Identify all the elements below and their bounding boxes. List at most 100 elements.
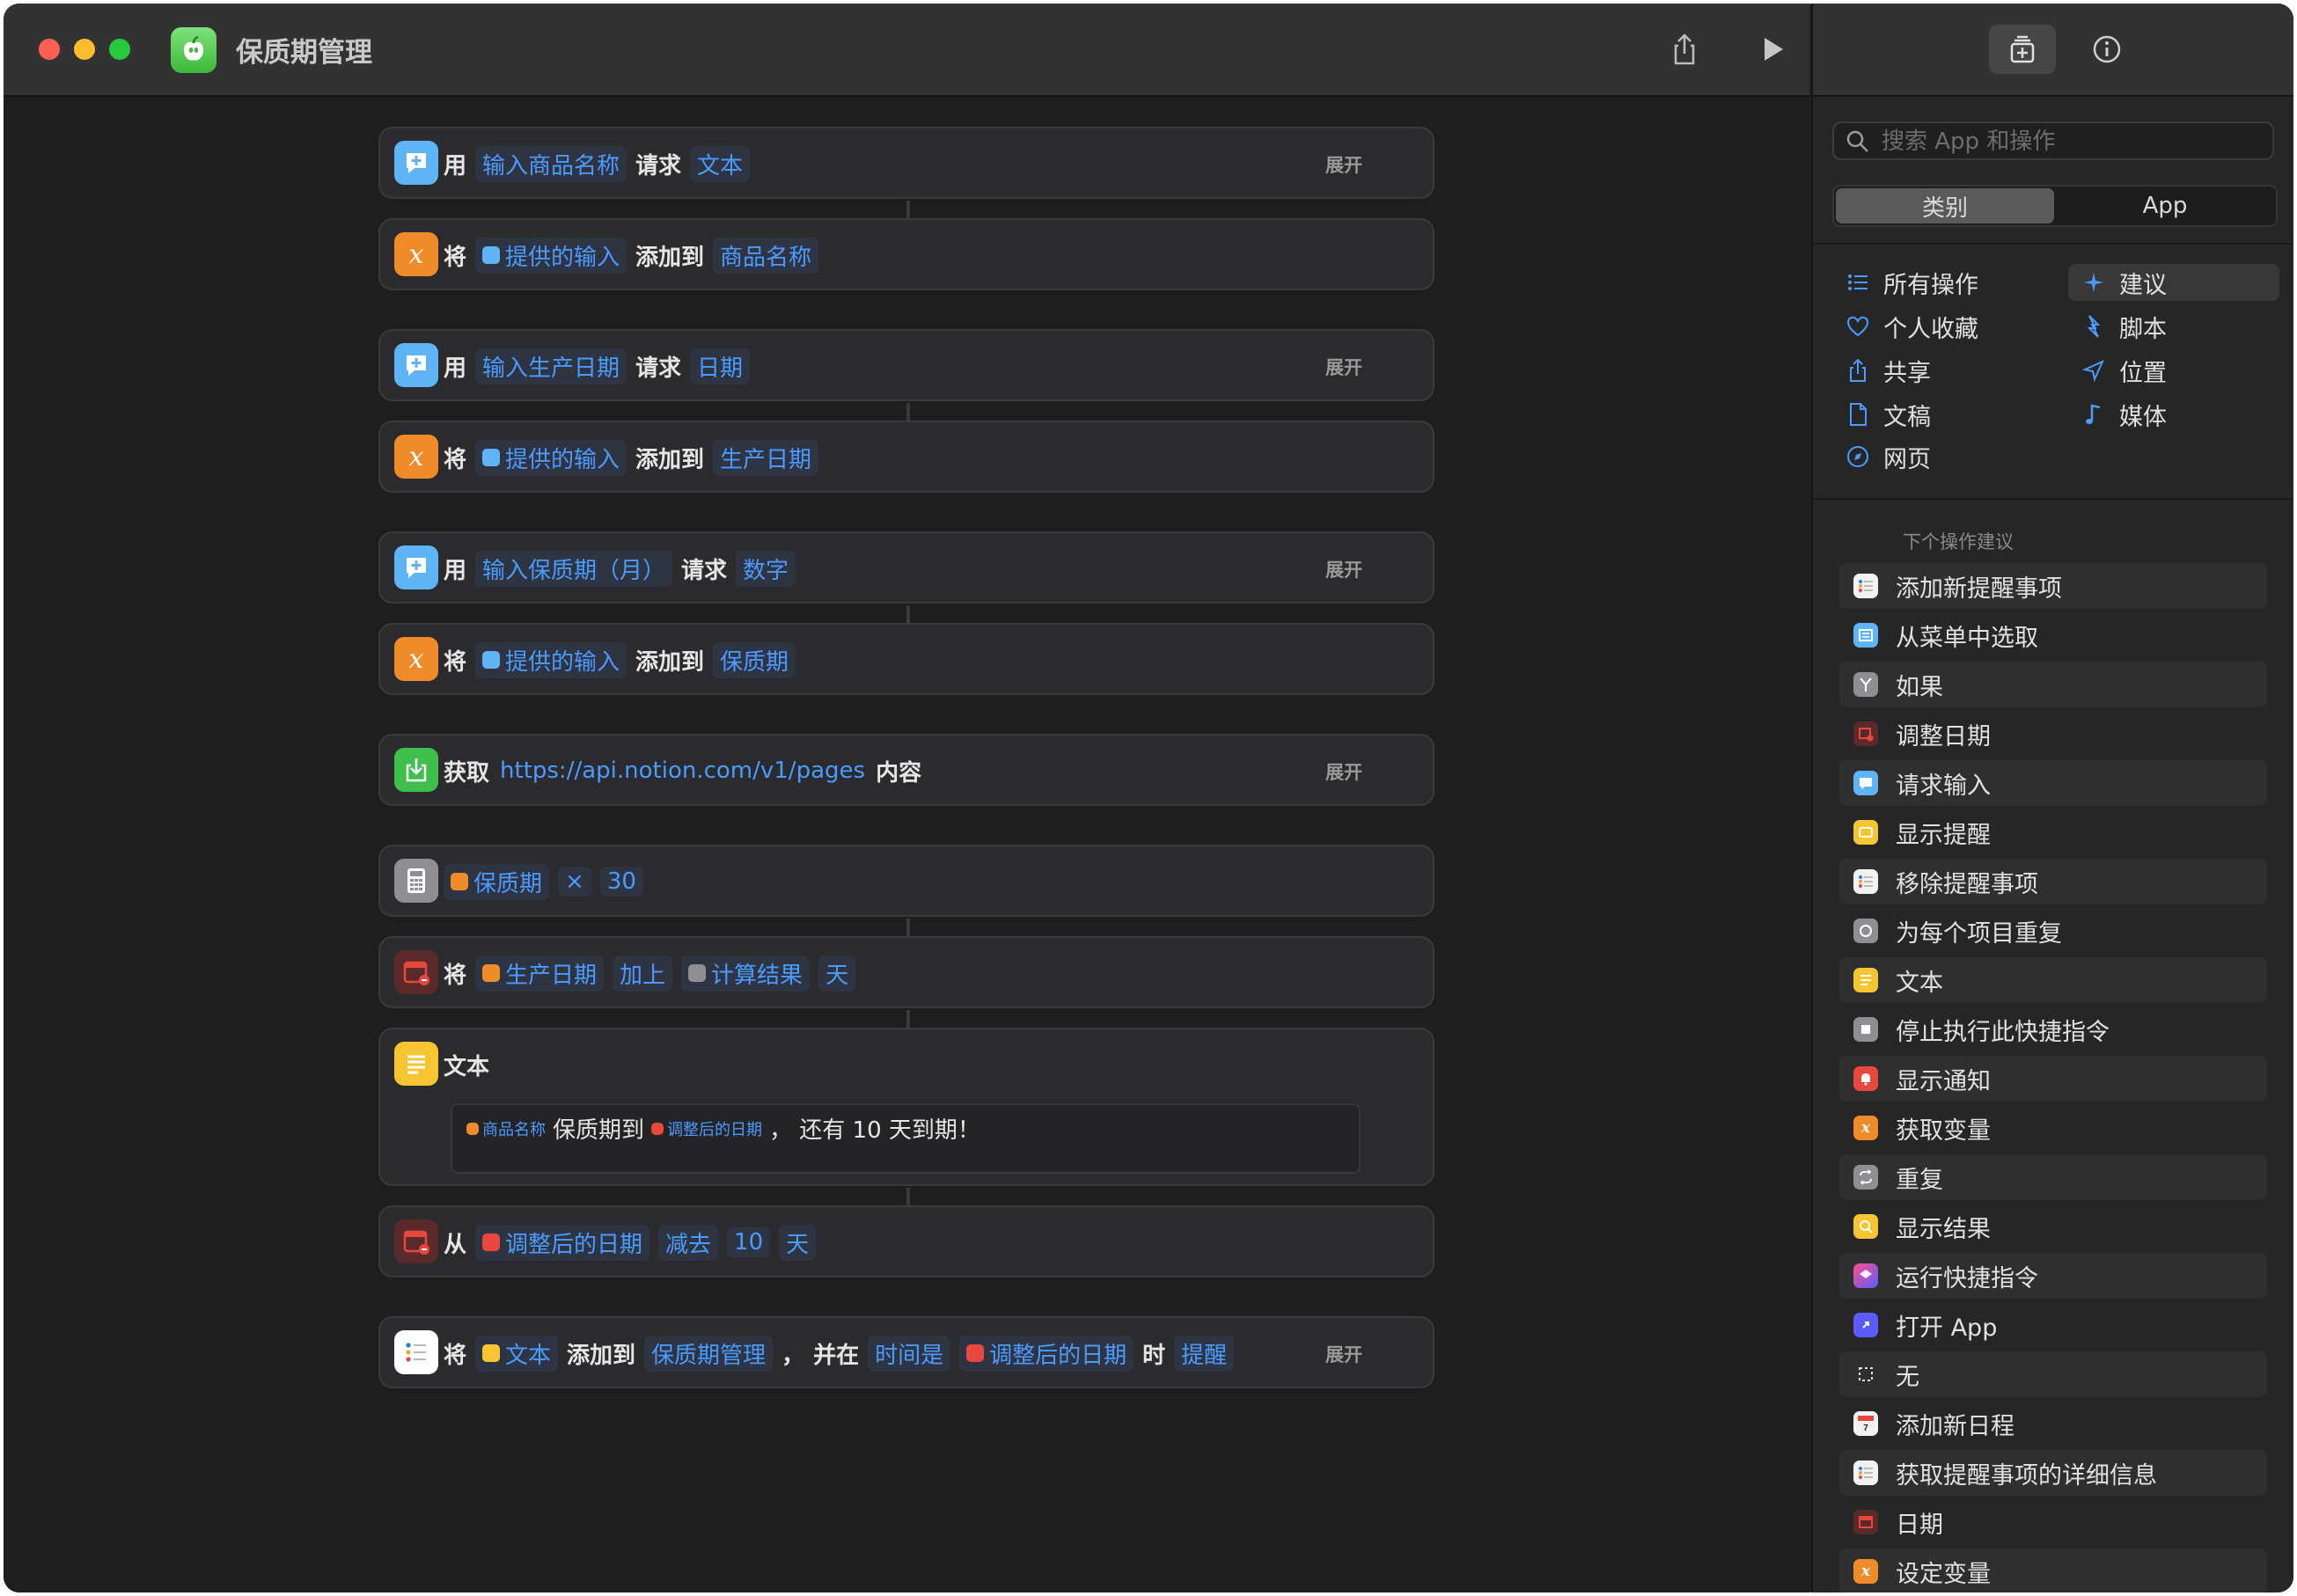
category-web[interactable]: 网页 xyxy=(1832,438,2052,475)
variable-token[interactable]: 商品名称 xyxy=(466,1117,546,1140)
minimize-button[interactable] xyxy=(74,39,95,60)
add-to-variable-action[interactable]: x 将 提供的输入 添加到 保质期 xyxy=(378,623,1435,695)
expand-button[interactable]: 展开 xyxy=(1325,1341,1362,1367)
alert-mode-token[interactable]: 时间是 xyxy=(868,1335,951,1372)
category-label: 文稿 xyxy=(1883,403,1931,431)
suggestion-item[interactable]: 为每个项目重复 xyxy=(1839,908,2267,954)
get-url-contents-action[interactable]: 获取 https://api.notion.com/v1/pages 内容 展开 xyxy=(378,734,1435,806)
suggestion-label: 请求输入 xyxy=(1896,772,1991,800)
expand-button[interactable]: 展开 xyxy=(1325,151,1362,178)
suggestion-item[interactable]: 打开 App xyxy=(1839,1302,2267,1348)
category-documents[interactable]: 文稿 xyxy=(1832,396,2052,433)
suggestion-item[interactable]: 显示提醒 xyxy=(1839,809,2267,855)
library-icon[interactable] xyxy=(1989,25,2056,74)
variable-name-token[interactable]: 商品名称 xyxy=(713,237,819,274)
url-token[interactable]: https://api.notion.com/v1/pages xyxy=(498,758,867,784)
category-all-actions[interactable]: 所有操作 xyxy=(1832,264,2052,301)
prompt-token[interactable]: 输入生产日期 xyxy=(475,348,627,384)
suggestion-item[interactable]: 无 xyxy=(1839,1351,2267,1397)
prompt-token[interactable]: 输入保质期（月） xyxy=(475,550,673,587)
suggestion-item[interactable]: 运行快捷指令 xyxy=(1839,1253,2267,1299)
variable-name-token[interactable]: 生产日期 xyxy=(713,439,819,476)
suggestion-item[interactable]: 调整日期 xyxy=(1839,711,2267,757)
suggestion-item[interactable]: 如果 xyxy=(1839,662,2267,707)
close-button[interactable] xyxy=(39,39,60,60)
calc-result-token[interactable]: 计算结果 xyxy=(681,955,811,992)
text-action[interactable]: 文本 商品名称 保质期到 调整后的日期 ， 还有 10 天到期！ xyxy=(378,1028,1435,1186)
info-icon[interactable] xyxy=(2073,25,2140,74)
zoom-button[interactable] xyxy=(109,39,130,60)
suggestion-item[interactable]: 添加新提醒事项 xyxy=(1839,563,2267,609)
input-type-token[interactable]: 日期 xyxy=(690,348,751,384)
category-suggestions[interactable]: 建议 xyxy=(2068,264,2279,301)
add-to-variable-action[interactable]: x 将 提供的输入 添加到 商品名称 xyxy=(378,218,1435,290)
adjusted-date-token[interactable]: 调整后的日期 xyxy=(475,1224,650,1261)
suggestion-item[interactable]: 请求输入 xyxy=(1839,760,2267,806)
variable-token[interactable]: 保质期 xyxy=(444,863,550,900)
suggestion-label: 文本 xyxy=(1896,969,1943,997)
suggestion-item[interactable]: 从菜单中选取 xyxy=(1839,612,2267,658)
category-sharing[interactable]: 共享 xyxy=(1832,352,2052,389)
play-icon[interactable] xyxy=(1755,32,1790,67)
variable-mini-icon xyxy=(451,873,468,890)
unit-token[interactable]: 天 xyxy=(779,1224,817,1261)
category-scripting[interactable]: 脚本 xyxy=(2068,308,2279,345)
adjust-date-action[interactable]: 从 调整后的日期 减去 10 天 xyxy=(378,1205,1435,1278)
text-token[interactable]: 文本 xyxy=(475,1335,559,1372)
add-to-variable-action[interactable]: x 将 提供的输入 添加到 生产日期 xyxy=(378,421,1435,493)
search-input[interactable] xyxy=(1880,127,2253,157)
category-media[interactable]: 媒体 xyxy=(2068,396,2279,433)
ask-input-action[interactable]: 用 输入商品名称 请求 文本 展开 xyxy=(378,127,1435,199)
input-type-token[interactable]: 数字 xyxy=(736,550,796,587)
ask-input-action[interactable]: 用 输入生产日期 请求 日期 展开 xyxy=(378,329,1435,401)
search-field[interactable] xyxy=(1832,121,2274,160)
suggestion-item[interactable]: 移除提醒事项 xyxy=(1839,859,2267,904)
action-word: 请求 xyxy=(635,152,682,179)
category-favorites[interactable]: 个人收藏 xyxy=(1832,308,2052,345)
share-icon[interactable] xyxy=(1667,32,1702,67)
adjusted-date-token[interactable]: 调整后的日期 xyxy=(959,1335,1134,1372)
add-reminder-action[interactable]: 将 文本 添加到 保质期管理 ， 并在 时间是 调整后的日期 时 提醒 展开 xyxy=(378,1316,1435,1388)
segment-categories[interactable]: 类别 xyxy=(1836,188,2054,223)
adjusted-date-token[interactable]: 调整后的日期 xyxy=(651,1117,762,1140)
variable-name-token[interactable]: 保质期 xyxy=(713,641,796,678)
operation-token[interactable]: 减去 xyxy=(658,1224,719,1261)
variable-token[interactable]: 生产日期 xyxy=(475,955,605,992)
text-content-field[interactable]: 商品名称 保质期到 调整后的日期 ， 还有 10 天到期！ xyxy=(451,1103,1361,1174)
prompt-token[interactable]: 输入商品名称 xyxy=(475,145,627,182)
category-location[interactable]: 位置 xyxy=(2068,352,2279,389)
expand-button[interactable]: 展开 xyxy=(1325,758,1362,785)
suggestion-item[interactable]: x 设定变量 xyxy=(1839,1548,2267,1592)
suggestion-item[interactable]: 文本 xyxy=(1839,957,2267,1003)
suggestion-item[interactable]: 显示结果 xyxy=(1839,1204,2267,1249)
suggestion-item[interactable]: 重复 xyxy=(1839,1154,2267,1200)
suggestion-item[interactable]: 停止执行此快捷指令 xyxy=(1839,1007,2267,1052)
operation-token[interactable]: 加上 xyxy=(613,955,673,992)
operator-token[interactable]: × xyxy=(558,867,591,897)
amount-token[interactable]: 10 xyxy=(727,1227,771,1257)
input-type-token[interactable]: 文本 xyxy=(690,145,751,182)
operand-token[interactable]: 30 xyxy=(599,867,643,897)
segment-apps[interactable]: App xyxy=(2056,188,2274,223)
expand-button[interactable]: 展开 xyxy=(1325,556,1362,582)
remind-token[interactable]: 提醒 xyxy=(1174,1335,1235,1372)
unit-token[interactable]: 天 xyxy=(818,955,856,992)
provided-input-token[interactable]: 提供的输入 xyxy=(475,641,627,678)
suggestion-item[interactable]: x 获取变量 xyxy=(1839,1105,2267,1151)
token-label: 提供的输入 xyxy=(505,648,620,676)
suggestion-item[interactable]: 获取提醒事项的详细信息 xyxy=(1839,1450,2267,1496)
action-word: 添加到 xyxy=(567,1342,636,1369)
suggestion-item[interactable]: 日期 xyxy=(1839,1499,2267,1545)
adjust-date-action[interactable]: 将 生产日期 加上 计算结果 天 xyxy=(378,936,1435,1008)
suggestion-item[interactable]: 7 添加新日程 xyxy=(1839,1401,2267,1446)
ask-input-action[interactable]: 用 输入保质期（月） 请求 数字 展开 xyxy=(378,531,1435,604)
category-label: 媒体 xyxy=(2119,403,2167,431)
calculate-action[interactable]: 保质期 × 30 xyxy=(378,845,1435,917)
category-label: 网页 xyxy=(1883,445,1931,473)
provided-input-token[interactable]: 提供的输入 xyxy=(475,237,627,274)
list-token[interactable]: 保质期管理 xyxy=(644,1335,774,1372)
category-label: 个人收藏 xyxy=(1883,315,1978,343)
provided-input-token[interactable]: 提供的输入 xyxy=(475,439,627,476)
suggestion-item[interactable]: 显示通知 xyxy=(1839,1056,2267,1102)
expand-button[interactable]: 展开 xyxy=(1325,354,1362,380)
